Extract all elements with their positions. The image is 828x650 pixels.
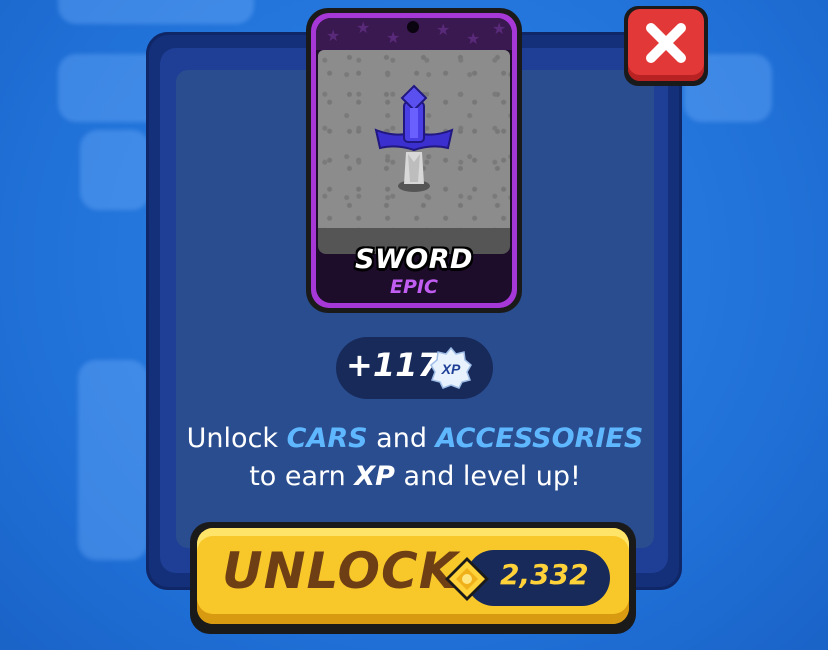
star-icon: ★: [326, 26, 341, 45]
coin-icon: [445, 557, 489, 601]
card-hole: [407, 21, 419, 33]
background-card: [78, 360, 148, 560]
unlock-price[interactable]: 2,332: [500, 558, 589, 591]
star-icon: ★: [356, 18, 371, 37]
item-name: SWORD: [355, 244, 473, 275]
xp-badge-icon: XP: [430, 347, 472, 389]
xp-badge-label: XP: [441, 361, 461, 377]
xp-reward-value: +117: [346, 346, 440, 384]
xp-highlight: XP: [354, 461, 395, 492]
description-text: and: [367, 423, 436, 454]
close-icon[interactable]: [628, 9, 704, 77]
background-tab: [58, 0, 254, 24]
sword-icon: [374, 84, 454, 192]
background-card: [80, 130, 150, 210]
star-icon: ★: [466, 29, 481, 48]
description-text: to earn: [249, 461, 355, 492]
description-line-1: Unlock CARS and ACCESSORIES: [176, 420, 654, 458]
description-text: Unlock: [186, 423, 287, 454]
description-line-2: to earn XP and level up!: [176, 458, 654, 496]
description-text: and level up!: [394, 461, 581, 492]
cars-highlight: CARS: [286, 423, 368, 454]
star-icon: ★: [436, 20, 451, 39]
item-rarity: EPIC: [390, 276, 438, 298]
unlock-button-label[interactable]: UNLOCK: [222, 542, 458, 600]
accessories-highlight: ACCESSORIES: [435, 423, 644, 454]
description: Unlock CARS and ACCESSORIES to earn XP a…: [176, 420, 654, 496]
star-icon: ★: [386, 28, 401, 47]
star-icon: ★: [492, 19, 507, 38]
